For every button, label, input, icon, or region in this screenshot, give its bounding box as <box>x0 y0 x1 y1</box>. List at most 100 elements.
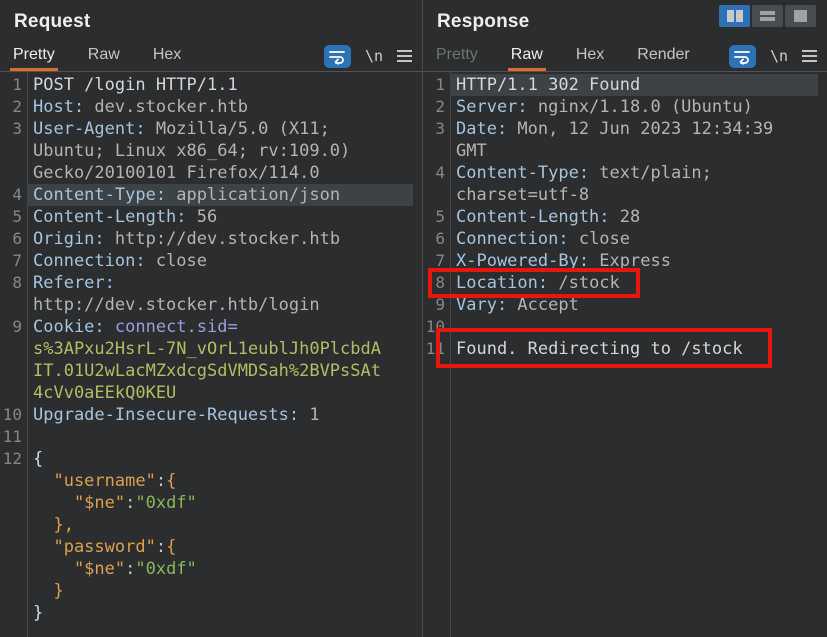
tab-raw[interactable]: Raw <box>508 41 546 71</box>
code-line: 5Content-Length: 28 <box>423 206 827 228</box>
code-line: 11Found. Redirecting to /stock <box>423 338 827 360</box>
code-line: }, <box>0 514 422 536</box>
line-number: 9 <box>0 316 27 338</box>
code-line: 8Location: /stock <box>423 272 827 294</box>
tab-pretty: Pretty <box>433 41 481 71</box>
line-number: 12 <box>0 448 27 470</box>
code-line: 5Content-Length: 56 <box>0 206 422 228</box>
response-title: Response <box>437 11 529 32</box>
line-number <box>0 140 27 162</box>
line-number: 4 <box>0 184 27 206</box>
code-line: 4Content-Type: application/json <box>0 184 422 206</box>
line-number: 6 <box>0 228 27 250</box>
line-number: 5 <box>423 206 450 228</box>
line-number: 1 <box>423 74 450 96</box>
line-number <box>0 580 27 602</box>
line-number <box>0 294 27 316</box>
code-line: 2Server: nginx/1.18.0 (Ubuntu) <box>423 96 827 118</box>
newline-toggle-icon[interactable]: \n <box>365 47 383 65</box>
layout-switcher <box>719 5 816 27</box>
line-number: 8 <box>0 272 27 294</box>
request-code: 1POST /login HTTP/1.12Host: dev.stocker.… <box>0 74 422 624</box>
line-number: 5 <box>0 206 27 228</box>
line-number <box>0 470 27 492</box>
code-line: 9Vary: Accept <box>423 294 827 316</box>
line-number: 3 <box>0 118 27 140</box>
newline-toggle-icon[interactable]: \n <box>770 47 788 65</box>
response-panel: Response PrettyRawHexRender \n 1H <box>423 0 827 637</box>
hamburger-menu-icon[interactable] <box>802 50 817 62</box>
line-number: 10 <box>0 404 27 426</box>
request-panel: Request Pretty Raw Hex \n 1POST /login HTT… <box>0 0 423 637</box>
line-number <box>0 514 27 536</box>
line-number: 3 <box>423 118 450 140</box>
code-line: 3Date: Mon, 12 Jun 2023 12:34:39 <box>423 118 827 140</box>
code-line: } <box>0 580 422 602</box>
tab-hex[interactable]: Hex <box>150 41 184 71</box>
single-pane-icon[interactable] <box>785 5 816 27</box>
line-number: 1 <box>0 74 27 96</box>
request-tabs: Pretty Raw Hex <box>10 41 211 71</box>
request-header: Request <box>0 0 422 41</box>
code-line: 7Connection: close <box>0 250 422 272</box>
code-line: 1POST /login HTTP/1.1 <box>0 74 422 96</box>
request-title: Request <box>14 11 90 32</box>
code-line: 4Content-Type: text/plain; <box>423 162 827 184</box>
word-wrap-icon[interactable] <box>729 45 756 68</box>
line-number: 11 <box>423 338 450 360</box>
tab-hex[interactable]: Hex <box>573 41 607 71</box>
code-line: 2Host: dev.stocker.htb <box>0 96 422 118</box>
request-editor[interactable]: 1POST /login HTTP/1.12Host: dev.stocker.… <box>0 72 422 637</box>
code-line: 12{ <box>0 448 422 470</box>
code-line: } <box>0 602 422 624</box>
tab-raw[interactable]: Raw <box>85 41 123 71</box>
code-line: 9Cookie: connect.sid= <box>0 316 422 338</box>
request-tab-icons: \n <box>324 41 412 71</box>
line-number <box>0 602 27 624</box>
line-number <box>423 184 450 206</box>
code-line: 7X-Powered-By: Express <box>423 250 827 272</box>
line-number <box>0 360 27 382</box>
hamburger-menu-icon[interactable] <box>397 50 412 62</box>
code-line: http://dev.stocker.htb/login <box>0 294 422 316</box>
code-line: 11 <box>0 426 422 448</box>
line-number <box>0 162 27 184</box>
code-line: 8Referer: <box>0 272 422 294</box>
code-line: 1HTTP/1.1 302 Found <box>423 74 827 96</box>
line-number <box>423 140 450 162</box>
burp-message-editor: Request Pretty Raw Hex \n 1POST /login HTT… <box>0 0 827 637</box>
response-code: 1HTTP/1.1 302 Found2Server: nginx/1.18.0… <box>423 74 827 360</box>
split-rows-icon[interactable] <box>752 5 783 27</box>
code-line: Gecko/20100101 Firefox/114.0 <box>0 162 422 184</box>
response-tab-icons: \n <box>729 41 817 71</box>
code-line: s%3APxu2HsrL-7N_vOrL1eublJh0PlcbdA <box>0 338 422 360</box>
code-line: "$ne":"0xdf" <box>0 558 422 580</box>
response-tabbar: Pretty Raw Hex Render \n <box>423 41 827 72</box>
response-editor[interactable]: 1HTTP/1.1 302 Found2Server: nginx/1.18.0… <box>423 72 827 637</box>
word-wrap-icon[interactable] <box>324 45 351 68</box>
split-columns-icon[interactable] <box>719 5 750 27</box>
code-line: 3User-Agent: Mozilla/5.0 (X11; <box>0 118 422 140</box>
line-number <box>0 536 27 558</box>
code-line: 6Connection: close <box>423 228 827 250</box>
tab-render[interactable]: Render <box>634 41 692 71</box>
line-number: 11 <box>0 426 27 448</box>
code-line: "password":{ <box>0 536 422 558</box>
line-number: 8 <box>423 272 450 294</box>
code-line: "username":{ <box>0 470 422 492</box>
response-tabs: Pretty Raw Hex Render <box>433 41 720 71</box>
line-number <box>0 338 27 360</box>
code-line: GMT <box>423 140 827 162</box>
line-number: 4 <box>423 162 450 184</box>
line-number: 2 <box>423 96 450 118</box>
request-tabbar: Pretty Raw Hex \n <box>0 41 422 72</box>
code-line: 10 <box>423 316 827 338</box>
line-number: 7 <box>423 250 450 272</box>
line-number: 9 <box>423 294 450 316</box>
tab-pretty[interactable]: Pretty <box>10 41 58 71</box>
line-number: 7 <box>0 250 27 272</box>
code-line: Ubuntu; Linux x86_64; rv:109.0) <box>0 140 422 162</box>
line-number <box>0 382 27 404</box>
code-line: "$ne":"0xdf" <box>0 492 422 514</box>
line-number: 6 <box>423 228 450 250</box>
